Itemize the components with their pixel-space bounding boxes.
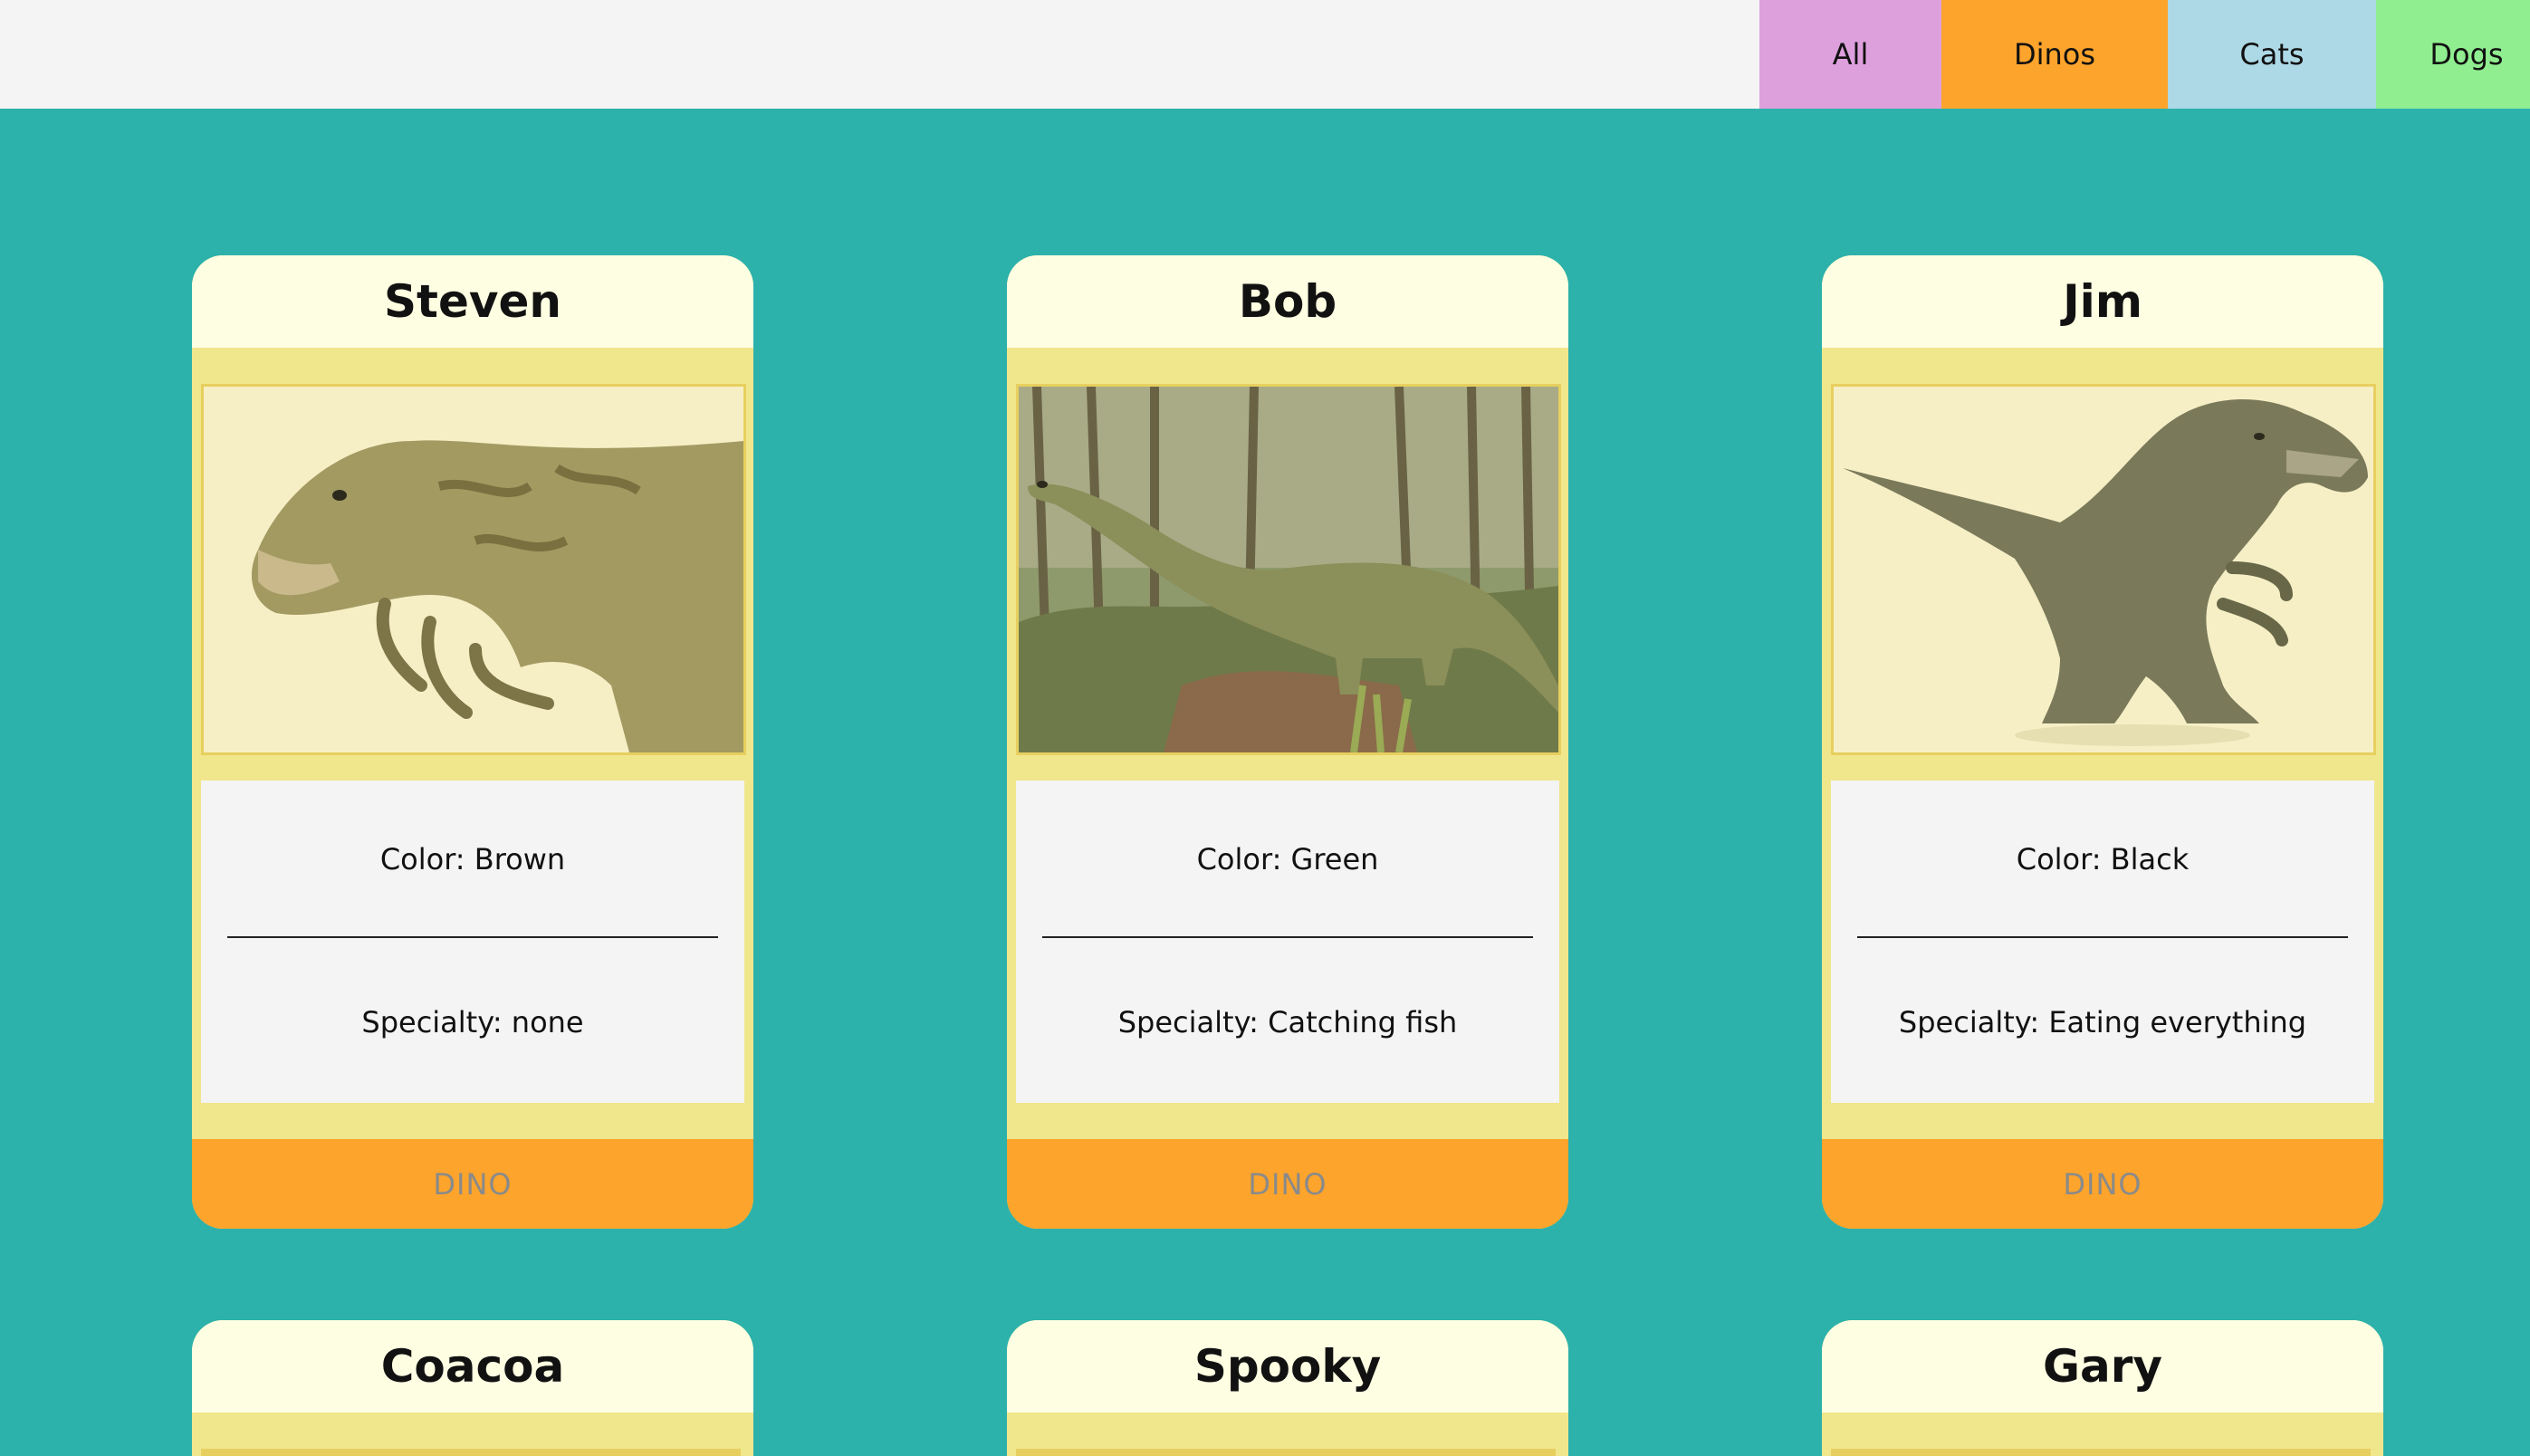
filter-cats-button[interactable]: Cats (2168, 0, 2376, 109)
pet-card: Gary (1822, 1320, 2383, 1456)
card-type-label: DINO (1822, 1139, 2383, 1229)
card-type-label: DINO (1007, 1139, 1568, 1229)
card-photo-edge (1831, 1449, 2371, 1456)
color-text: Color: Black (2016, 842, 2190, 876)
card-details: Color: Black Specialty: Eating everythin… (1831, 781, 2374, 1103)
card-photo-edge (201, 1449, 741, 1456)
long-neck-dinosaur-in-forest-photo (1016, 384, 1561, 755)
divider (1042, 936, 1533, 938)
card-name: Bob (1007, 255, 1568, 348)
color-text: Color: Green (1196, 842, 1379, 876)
specialty-text: Specialty: Catching fish (1117, 1005, 1458, 1039)
pet-card: Spooky (1007, 1320, 1568, 1456)
card-name: Spooky (1007, 1320, 1568, 1413)
card-photo-edge (1016, 1449, 1556, 1456)
divider (227, 936, 718, 938)
top-nav-bar: All Dinos Cats Dogs (0, 0, 2530, 109)
divider (1857, 936, 2348, 938)
card-name: Steven (192, 255, 753, 348)
card-details: Color: Green Specialty: Catching fish (1016, 781, 1559, 1103)
raptor-dinosaur-photo (201, 384, 746, 755)
card-details: Color: Brown Specialty: none (201, 781, 744, 1103)
card-name: Gary (1822, 1320, 2383, 1413)
pet-card: Bob Color: Green Specialty: Catching fis… (1007, 255, 1568, 1229)
specialty-text: Specialty: Eating everything (1898, 1005, 2307, 1039)
filter-dinos-button[interactable]: Dinos (1941, 0, 2168, 109)
card-type-label: DINO (192, 1139, 753, 1229)
card-name: Jim (1822, 255, 2383, 348)
specialty-text: Specialty: none (361, 1005, 584, 1039)
filter-all-button[interactable]: All (1759, 0, 1941, 109)
filter-dogs-button[interactable]: Dogs (2376, 0, 2530, 109)
card-name: Coacoa (192, 1320, 753, 1413)
pet-card: Coacoa (192, 1320, 753, 1456)
pet-card: Jim Color: Black Specialty: Eating every… (1822, 255, 2383, 1229)
t-rex-toy-photo (1831, 384, 2376, 755)
pet-card: Steven Color: Brown Specialty: none DINO (192, 255, 753, 1229)
color-text: Color: Brown (379, 842, 566, 876)
